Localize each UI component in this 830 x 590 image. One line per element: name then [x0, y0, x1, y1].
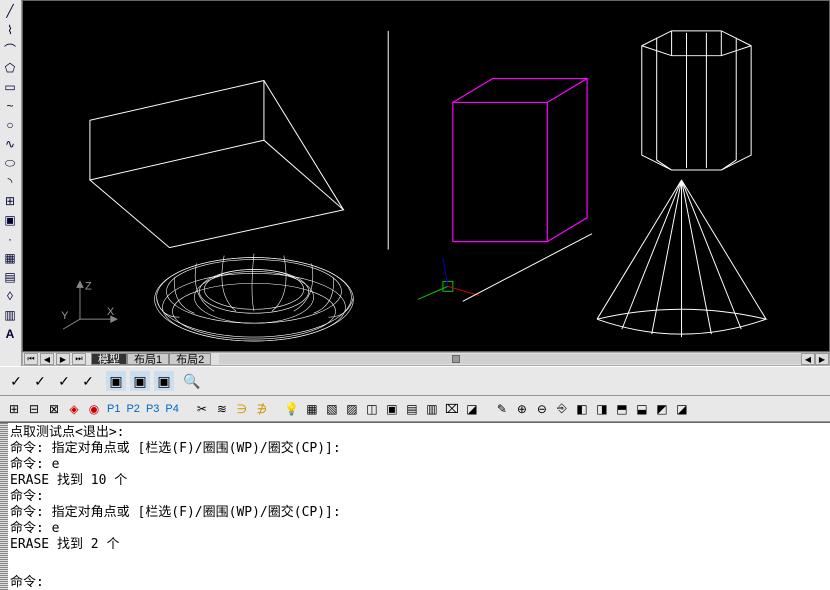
osnap-toolbar: ✓ ✓ ✓ ✓ ▣ ▣ ▣ 🔍: [0, 366, 830, 396]
pline-tool-icon[interactable]: ⌇: [1, 21, 19, 39]
tab-prev-icon[interactable]: ◀: [40, 353, 54, 365]
layout-tab-bar: ⏮ ◀ ▶ ⏭ 模型 布局1 布局2 ◀ ▶: [22, 352, 830, 366]
ellipse-arc-tool-icon[interactable]: ◝: [1, 173, 19, 191]
command-prompt-label: 命令:: [10, 571, 44, 590]
hatch-tool-icon[interactable]: ▦: [1, 249, 19, 267]
rectangle-tool-icon[interactable]: ▭: [1, 78, 19, 96]
axis-x-label: X: [107, 306, 115, 318]
osnap-quad-icon[interactable]: ▣: [106, 371, 126, 391]
tool-b2-icon[interactable]: ≋: [213, 400, 231, 418]
tool-d5-icon[interactable]: ◧: [573, 400, 591, 418]
tool-d10-icon[interactable]: ◪: [673, 400, 691, 418]
tool-c5-icon[interactable]: ◫: [363, 400, 381, 418]
osnap-endpoint-icon[interactable]: ✓: [6, 371, 26, 391]
table-tool-icon[interactable]: ▥: [1, 306, 19, 324]
light-icon[interactable]: 💡: [283, 400, 301, 418]
ucs-origin-marker: [418, 258, 479, 300]
tool-a5-icon[interactable]: ◉: [85, 400, 103, 418]
tool-c2-icon[interactable]: ▦: [303, 400, 321, 418]
tool-d3-icon[interactable]: ⊖: [533, 400, 551, 418]
tool-d2-icon[interactable]: ⊕: [513, 400, 531, 418]
tab-model[interactable]: 模型: [91, 353, 127, 365]
circle-tool-icon[interactable]: ○: [1, 116, 19, 134]
osnap-midpoint-icon[interactable]: ✓: [30, 371, 50, 391]
command-input[interactable]: [44, 573, 828, 588]
tool-c10-icon[interactable]: ◪: [463, 400, 481, 418]
arc-tool-icon[interactable]: ⌒: [1, 40, 19, 58]
torus-shape: [155, 254, 354, 342]
drawing-viewport[interactable]: Z Y X: [22, 0, 830, 352]
layer-b4-icon[interactable]: ∌: [253, 400, 271, 418]
command-grip-icon[interactable]: [0, 423, 8, 590]
tab-layout1[interactable]: 布局1: [127, 353, 169, 365]
tool-c9-icon[interactable]: ⌧: [443, 400, 461, 418]
tab-layout2[interactable]: 布局2: [169, 353, 211, 365]
block-tool-icon[interactable]: ▣: [1, 211, 19, 229]
insert-tool-icon[interactable]: ⊞: [1, 192, 19, 210]
tool-d9-icon[interactable]: ◩: [653, 400, 671, 418]
tool-c4-icon[interactable]: ▨: [343, 400, 361, 418]
osnap-zoom-icon[interactable]: 🔍: [182, 371, 202, 391]
magenta-box-shape: [453, 79, 587, 242]
tool-d4-icon[interactable]: ⎆: [553, 400, 571, 418]
hscroll-thumb[interactable]: [452, 355, 460, 363]
command-window: 点取测试点<退出>: 命令: 指定对角点或 [栏选(F)/圈围(WP)/圈交(C…: [0, 422, 830, 590]
spline-tool-icon[interactable]: ∿: [1, 135, 19, 153]
p4-label[interactable]: P4: [162, 403, 181, 415]
tool-c3-icon[interactable]: ▧: [323, 400, 341, 418]
main-toolbar: ⊞ ⊟ ⊠ ◈ ◉ P1 P2 P3 P4 ✂ ≋ ∋ ∌ 💡 ▦ ▧ ▨ ◫ …: [0, 396, 830, 422]
tool-a1-icon[interactable]: ⊞: [5, 400, 23, 418]
axis-y-label: Y: [61, 310, 69, 322]
tab-last-icon[interactable]: ⏭: [72, 353, 86, 365]
tool-a3-icon[interactable]: ⊠: [45, 400, 63, 418]
p1-label[interactable]: P1: [104, 403, 123, 415]
cylinder-shape: [642, 31, 751, 170]
hscroll-right-icon[interactable]: ▶: [815, 353, 829, 365]
hscroll-left-icon[interactable]: ◀: [801, 353, 815, 365]
point-tool-icon[interactable]: ·: [1, 230, 19, 248]
tool-d6-icon[interactable]: ◨: [593, 400, 611, 418]
tool-c6-icon[interactable]: ▣: [383, 400, 401, 418]
region-tool-icon[interactable]: ◊: [1, 287, 19, 305]
tool-b1-icon[interactable]: ✂: [193, 400, 211, 418]
ellipse-tool-icon[interactable]: ⬭: [1, 154, 19, 172]
tool-d7-icon[interactable]: ⬒: [613, 400, 631, 418]
tool-c7-icon[interactable]: ▤: [403, 400, 421, 418]
curve-tool-icon[interactable]: ~: [1, 97, 19, 115]
tool-d1-icon[interactable]: ✎: [493, 400, 511, 418]
cone-shape: [597, 180, 766, 337]
osnap-node-icon[interactable]: ✓: [78, 371, 98, 391]
mtext-tool-icon[interactable]: A: [1, 325, 19, 343]
polygon-tool-icon[interactable]: ⬠: [1, 59, 19, 77]
osnap-center-icon[interactable]: ✓: [54, 371, 74, 391]
tab-next-icon[interactable]: ▶: [56, 353, 70, 365]
left-draw-toolbar: ╱ ⌇ ⌒ ⬠ ▭ ~ ○ ∿ ⬭ ◝ ⊞ ▣ · ▦ ▤ ◊ ▥ A: [0, 0, 22, 398]
line-tool-icon[interactable]: ╱: [1, 2, 19, 20]
tab-first-icon[interactable]: ⏮: [24, 353, 38, 365]
p3-label[interactable]: P3: [143, 403, 162, 415]
tool-a4-icon[interactable]: ◈: [65, 400, 83, 418]
p2-label[interactable]: P2: [123, 403, 142, 415]
wedge-shape: [90, 81, 344, 248]
command-history: 点取测试点<退出>: 命令: 指定对角点或 [栏选(F)/圈围(WP)/圈交(C…: [10, 425, 828, 570]
layer-b3-icon[interactable]: ∋: [233, 400, 251, 418]
diag-line: [463, 234, 592, 302]
axis-z-label: Z: [85, 280, 92, 292]
tool-d8-icon[interactable]: ⬓: [633, 400, 651, 418]
osnap-ext-icon[interactable]: ▣: [154, 371, 174, 391]
gradient-tool-icon[interactable]: ▤: [1, 268, 19, 286]
tool-a2-icon[interactable]: ⊟: [25, 400, 43, 418]
hscroll-track[interactable]: [219, 354, 801, 364]
osnap-int-icon[interactable]: ▣: [130, 371, 150, 391]
tool-c8-icon[interactable]: ▥: [423, 400, 441, 418]
